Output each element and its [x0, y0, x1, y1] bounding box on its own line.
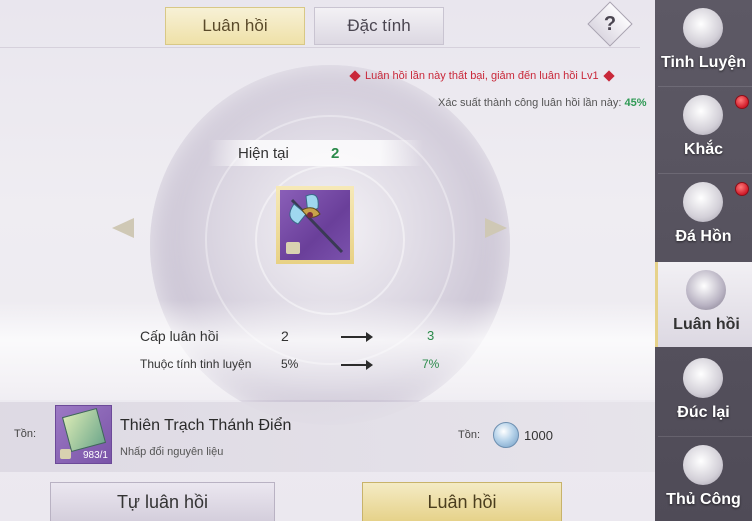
current-level-bar: Hiện tại 2 — [208, 140, 423, 166]
tab-dac-tinh[interactable]: Đặc tính — [314, 7, 444, 45]
stat-label-refine: Thuộc tính tinh luyện — [140, 357, 252, 371]
arrow-right-icon — [341, 332, 373, 342]
material-count: 983/1 — [82, 450, 108, 461]
anvil-crest-icon — [683, 8, 723, 48]
tab-label: Đặc tính — [347, 16, 411, 35]
book-icon — [61, 407, 107, 453]
sidenav-item-luan-hoi[interactable]: Luân hồi — [655, 262, 752, 347]
material-name: Thiên Trạch Thánh Điển — [120, 417, 292, 434]
sidenav-item-da-hon[interactable]: Đá Hồn — [655, 174, 752, 259]
sidenav-item-thu-cong[interactable]: Thủ Công — [655, 437, 752, 521]
diamond-icon — [349, 70, 361, 82]
glow-band — [0, 300, 655, 400]
reincarnation-sword-icon — [686, 270, 726, 310]
tab-divider — [0, 47, 640, 48]
notification-dot-icon — [735, 182, 749, 196]
arrow-right-icon — [341, 360, 373, 370]
material-item[interactable]: 983/1 — [55, 405, 112, 464]
coin-icon — [493, 422, 519, 448]
stat-to-level: 3 — [427, 328, 435, 343]
tab-luan-hoi[interactable]: Luân hồi — [165, 7, 305, 45]
lock-icon — [60, 449, 71, 459]
sidenav-label: Luân hồi — [673, 316, 740, 333]
sidenav-label: Đúc lại — [677, 404, 730, 421]
sidenav-item-duc-lai[interactable]: Đúc lại — [655, 350, 752, 435]
stat-label-level: Cấp luân hồi — [140, 328, 219, 344]
recast-sword-icon — [683, 358, 723, 398]
sidenav-label: Đá Hồn — [675, 228, 732, 245]
diamond-icon — [602, 70, 615, 82]
reincarnate-button[interactable]: Luân hồi — [362, 482, 562, 521]
sidenav-item-tinh-luyen[interactable]: Tinh Luyện — [655, 0, 752, 85]
sidenav-label: Tinh Luyện — [660, 54, 747, 71]
button-label: Luân hồi — [427, 491, 497, 512]
rate-label: Xác suất thành công luân hồi lần này: — [438, 97, 622, 109]
fail-warning: Luân hồi lần này thất bại, giảm đến luân… — [345, 70, 619, 82]
soul-stone-icon — [683, 182, 723, 222]
stat-from-level: 2 — [281, 328, 289, 344]
coin-value: 1000 — [524, 428, 553, 443]
button-label: Tự luân hồi — [116, 491, 209, 512]
engrave-hammer-icon — [683, 95, 723, 135]
current-label: Hiện tại — [238, 144, 289, 162]
tab-label: Luân hồi — [202, 16, 268, 35]
notification-dot-icon — [735, 95, 749, 109]
lock-icon — [286, 242, 300, 254]
craft-hammer-icon — [683, 445, 723, 485]
sidenav-item-khac[interactable]: Khắc — [655, 87, 752, 172]
coin-stock-label: Tồn: — [458, 429, 481, 441]
equipment-slot[interactable] — [276, 186, 354, 264]
material-stock-label: Tồn: — [14, 428, 37, 440]
sidenav-label: Khắc — [683, 141, 724, 158]
sidenav-label: Thủ Công — [666, 491, 741, 508]
success-rate: Xác suất thành công luân hồi lần này: 45… — [438, 97, 647, 109]
rate-value: 45% — [624, 97, 647, 109]
warning-text: Luân hồi lần này thất bại, giảm đến luân… — [365, 70, 599, 82]
stat-to-refine: 7% — [422, 357, 440, 371]
left-ornament-icon — [112, 218, 134, 238]
axe-weapon-icon — [280, 190, 350, 260]
auto-reincarnate-button[interactable]: Tự luân hồi — [50, 482, 275, 521]
right-ornament-icon — [485, 218, 507, 238]
stat-from-refine: 5% — [281, 357, 299, 371]
material-hint[interactable]: Nhấp đổi nguyên liệu — [120, 446, 223, 458]
question-mark-icon[interactable]: ? — [594, 8, 626, 40]
current-value: 2 — [331, 144, 340, 162]
